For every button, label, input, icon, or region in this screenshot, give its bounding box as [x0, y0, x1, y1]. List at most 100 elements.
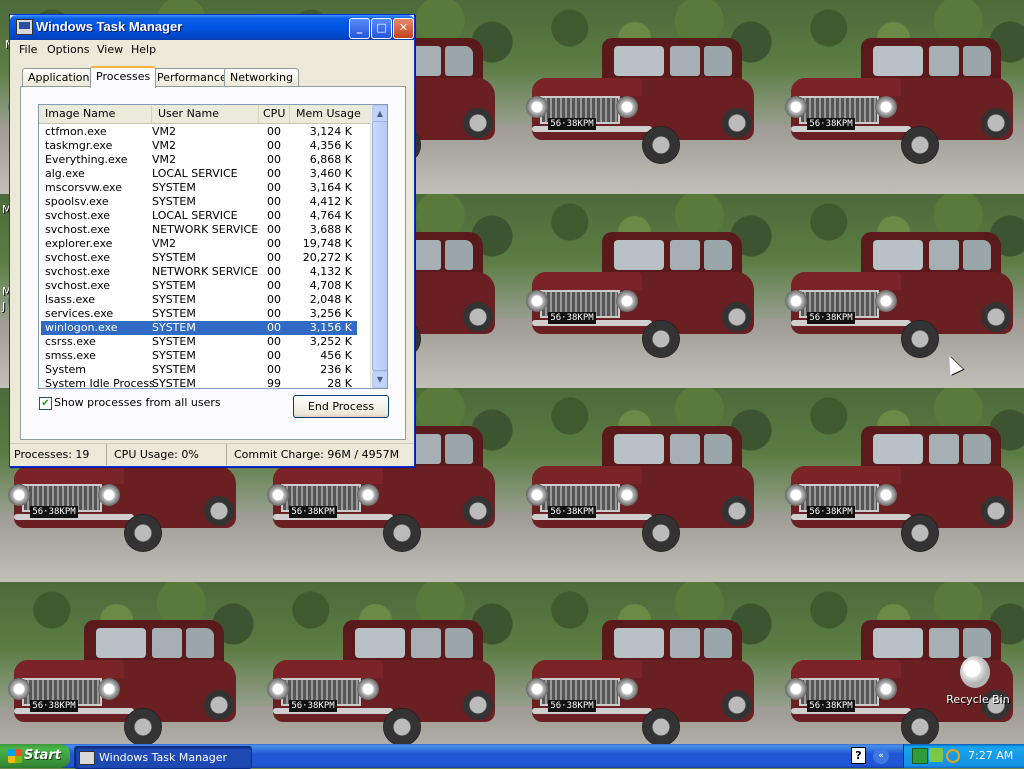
cell-name: System Idle Process	[45, 377, 155, 389]
column-user-name[interactable]: User Name	[152, 105, 259, 123]
table-row[interactable]: ctfmon.exe VM2 00 3,124 K	[41, 125, 357, 139]
cell-user: SYSTEM	[152, 321, 196, 334]
cell-mem: 3,460 K	[309, 167, 352, 180]
search-icon[interactable]	[946, 749, 960, 763]
help-icon[interactable]: ?	[851, 747, 866, 764]
table-row[interactable]: taskmgr.exe VM2 00 4,356 K	[41, 139, 357, 153]
table-row[interactable]: services.exe SYSTEM 00 3,256 K	[41, 307, 357, 321]
cell-user: SYSTEM	[152, 349, 196, 362]
table-row[interactable]: alg.exe LOCAL SERVICE 00 3,460 K	[41, 167, 357, 181]
cell-cpu: 00	[267, 349, 281, 362]
table-row[interactable]: mscorsvw.exe SYSTEM 00 3,164 K	[41, 181, 357, 195]
table-row[interactable]: svchost.exe NETWORK SERVICE 00 4,132 K	[41, 265, 357, 279]
cell-mem: 4,132 K	[309, 265, 352, 278]
system-tray: 7:27 AM	[903, 744, 1024, 768]
tab-networking[interactable]: Networking	[224, 68, 299, 86]
license-plate: 56·38КРМ	[289, 700, 337, 712]
cell-cpu: 00	[267, 335, 281, 348]
wallpaper-tile: 56·38КРМ	[777, 0, 1024, 194]
cell-mem: 2,048 K	[309, 293, 352, 306]
cell-mem: 3,256 K	[309, 307, 352, 320]
column-cpu[interactable]: CPU	[259, 105, 290, 123]
process-list[interactable]: Image Name User Name CPU Mem Usage ctfmo…	[38, 104, 388, 389]
column-mem-usage[interactable]: Mem Usage	[290, 105, 372, 123]
maximize-button[interactable]: □	[371, 18, 392, 39]
taskbar-item-task-manager[interactable]: Windows Task Manager	[74, 746, 252, 769]
menu-help[interactable]: Help	[131, 43, 156, 56]
cell-mem: 3,688 K	[309, 223, 352, 236]
minimize-button[interactable]: _	[349, 18, 370, 39]
wallpaper-tile: 56·38КРМ	[518, 582, 777, 744]
car-image: 56·38КРМ	[785, 426, 1021, 576]
cell-user: NETWORK SERVICE	[152, 223, 259, 236]
network-icon[interactable]	[912, 748, 928, 764]
cell-mem: 28 K	[327, 377, 352, 389]
status-cpu-usage: CPU Usage: 0%	[110, 444, 227, 465]
cell-user: SYSTEM	[152, 293, 196, 306]
table-row[interactable]: System Idle Process SYSTEM 99 28 K	[41, 377, 357, 389]
cell-mem: 3,124 K	[309, 125, 352, 138]
table-row[interactable]: winlogon.exe SYSTEM 00 3,156 K	[41, 321, 357, 335]
cell-cpu: 00	[267, 167, 281, 180]
table-row[interactable]: lsass.exe SYSTEM 00 2,048 K	[41, 293, 357, 307]
task-manager-icon	[79, 751, 95, 765]
clock[interactable]: 7:27 AM	[968, 744, 1013, 768]
vertical-scrollbar[interactable]: ▲ ▼	[370, 105, 387, 388]
table-row[interactable]: svchost.exe NETWORK SERVICE 00 3,688 K	[41, 223, 357, 237]
show-hidden-icons-icon[interactable]: «	[873, 748, 889, 764]
end-process-button[interactable]: End Process	[293, 395, 389, 418]
cell-mem: 4,356 K	[309, 139, 352, 152]
license-plate: 56·38КРМ	[807, 506, 855, 518]
tab-performance[interactable]: Performance	[151, 68, 233, 86]
cell-user: VM2	[152, 153, 177, 166]
show-all-label: Show processes from all users	[54, 396, 221, 409]
cell-cpu: 00	[267, 265, 281, 278]
wallpaper-tile: 56·38КРМ	[777, 194, 1024, 388]
cell-name: alg.exe	[45, 167, 85, 180]
table-row[interactable]: Everything.exe VM2 00 6,868 K	[41, 153, 357, 167]
car-image: 56·38КРМ	[785, 232, 1021, 382]
cell-user: SYSTEM	[152, 335, 196, 348]
car-image: 56·38КРМ	[8, 620, 244, 744]
cell-mem: 19,748 K	[302, 237, 352, 250]
license-plate: 56·38КРМ	[548, 312, 596, 324]
table-row[interactable]: svchost.exe SYSTEM 00 4,708 K	[41, 279, 357, 293]
table-row[interactable]: System SYSTEM 00 236 K	[41, 363, 357, 377]
cell-cpu: 00	[267, 363, 281, 376]
cell-cpu: 00	[267, 223, 281, 236]
update-icon[interactable]	[929, 748, 943, 762]
start-button[interactable]: Start	[0, 744, 70, 768]
cell-name: spoolsv.exe	[45, 195, 109, 208]
status-bar: Processes: 19 CPU Usage: 0% Commit Charg…	[10, 443, 414, 466]
title-bar[interactable]: Windows Task Manager _ □ ✕	[10, 15, 414, 40]
scroll-up-icon[interactable]: ▲	[372, 105, 387, 122]
wallpaper-tile: 56·38КРМ	[518, 388, 777, 582]
status-commit-charge: Commit Charge: 96M / 4957M	[234, 448, 400, 461]
table-row[interactable]: svchost.exe SYSTEM 00 20,272 K	[41, 251, 357, 265]
recycle-bin-shortcut[interactable]: Recycle Bin	[946, 656, 1010, 712]
cell-mem: 4,708 K	[309, 279, 352, 292]
menu-options[interactable]: Options	[47, 43, 89, 56]
table-row[interactable]: svchost.exe LOCAL SERVICE 00 4,764 K	[41, 209, 357, 223]
column-image-name[interactable]: Image Name	[39, 105, 152, 123]
table-row[interactable]: explorer.exe VM2 00 19,748 K	[41, 237, 357, 251]
scroll-thumb[interactable]	[372, 121, 387, 371]
scroll-down-icon[interactable]: ▼	[372, 371, 387, 388]
license-plate: 56·38КРМ	[548, 700, 596, 712]
menu-view[interactable]: View	[97, 43, 123, 56]
tab-processes[interactable]: Processes	[90, 66, 157, 88]
menu-file[interactable]: File	[19, 43, 37, 56]
close-button[interactable]: ✕	[393, 18, 414, 39]
cell-user: NETWORK SERVICE	[152, 265, 259, 278]
cell-mem: 6,868 K	[309, 153, 352, 166]
cell-user: SYSTEM	[152, 181, 196, 194]
table-row[interactable]: csrss.exe SYSTEM 00 3,252 K	[41, 335, 357, 349]
show-all-checkbox[interactable]: ✔	[39, 397, 52, 410]
cell-name: svchost.exe	[45, 223, 111, 236]
cell-name: winlogon.exe	[45, 321, 118, 334]
table-row[interactable]: smss.exe SYSTEM 00 456 K	[41, 349, 357, 363]
table-row[interactable]: spoolsv.exe SYSTEM 00 4,412 K	[41, 195, 357, 209]
cell-cpu: 00	[267, 181, 281, 194]
cell-name: services.exe	[45, 307, 114, 320]
cell-user: SYSTEM	[152, 279, 196, 292]
